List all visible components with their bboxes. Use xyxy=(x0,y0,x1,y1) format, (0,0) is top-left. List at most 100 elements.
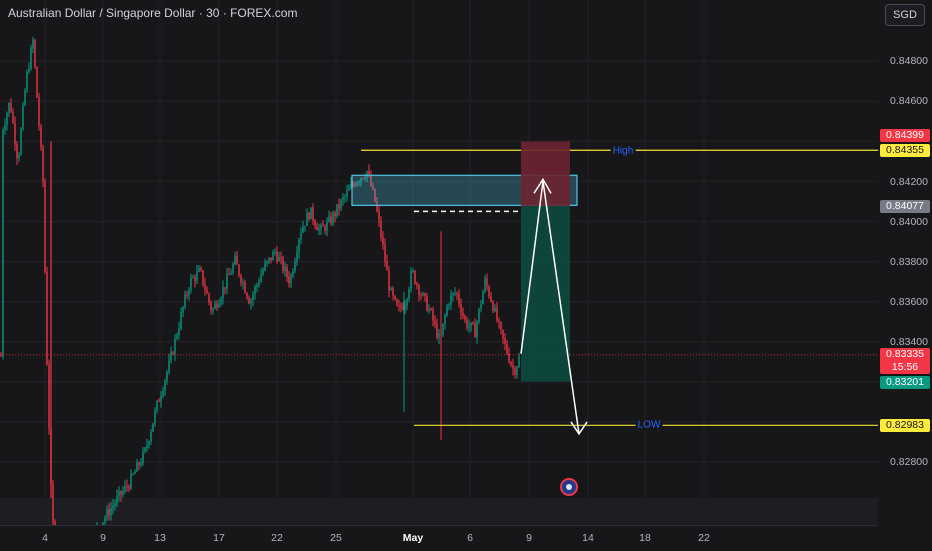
candle-body xyxy=(430,308,432,310)
candle-body xyxy=(468,326,470,328)
time-label: 22 xyxy=(698,532,710,544)
current-price-value: 0.83335 xyxy=(886,348,924,360)
candle-body xyxy=(248,297,250,304)
symbol-title[interactable]: Australian Dollar / Singapore Dollar · 3… xyxy=(8,6,297,20)
candle-body xyxy=(426,295,428,311)
chart-grid xyxy=(0,0,878,525)
candle-body xyxy=(326,221,328,231)
candle-body xyxy=(290,275,292,284)
candle-body xyxy=(304,225,306,227)
price-tick: 0.84200 xyxy=(890,176,928,188)
candle-body xyxy=(404,306,406,310)
candle-body xyxy=(470,322,472,327)
candle-body xyxy=(498,320,500,323)
chart-canvas[interactable] xyxy=(0,0,878,525)
candle-body xyxy=(456,292,458,295)
candle-body xyxy=(288,276,290,284)
time-label: 9 xyxy=(100,532,106,544)
candle-body xyxy=(110,508,112,516)
candle-body xyxy=(368,171,370,175)
candle-body xyxy=(278,257,280,262)
candle-body xyxy=(452,293,454,296)
candle-body xyxy=(396,299,398,306)
time-axis[interactable]: 4 9 13 17 22 25 May 6 9 14 18 22 xyxy=(0,525,878,551)
candle-body xyxy=(276,251,278,262)
candle-body xyxy=(156,400,158,411)
candle-body xyxy=(428,308,430,311)
candle-body xyxy=(40,126,42,148)
candle-body xyxy=(394,295,396,300)
candle-body xyxy=(512,364,514,369)
candle-body xyxy=(22,105,24,130)
candle-body xyxy=(142,451,144,464)
candle-body xyxy=(262,270,264,275)
candle-body xyxy=(38,97,40,127)
candle-body xyxy=(346,190,348,196)
candle-body xyxy=(466,320,468,328)
candle-body xyxy=(478,308,480,323)
candle-body xyxy=(240,275,242,283)
candle-body xyxy=(280,257,282,259)
candle-body xyxy=(442,323,444,335)
candle-body xyxy=(250,300,252,304)
price-tick: 0.84600 xyxy=(890,95,928,107)
candle-body xyxy=(500,322,502,330)
candle-body xyxy=(494,307,496,312)
candle-body xyxy=(130,474,132,489)
candle-body xyxy=(10,102,12,112)
candle-body xyxy=(480,304,482,309)
candle-body xyxy=(330,216,332,224)
candle-body xyxy=(196,271,198,281)
candle-body xyxy=(192,277,194,279)
candle-body xyxy=(256,284,258,287)
candle-body xyxy=(168,360,170,372)
candle-body xyxy=(198,268,200,272)
candle-body xyxy=(216,303,218,308)
candle-body xyxy=(44,181,46,273)
candle-body xyxy=(266,261,268,264)
candle-body xyxy=(400,306,402,308)
candle-body xyxy=(28,68,30,73)
candle-body xyxy=(382,237,384,245)
trading-chart-window: Australian Dollar / Singapore Dollar · 3… xyxy=(0,0,932,551)
high-price-badge: 0.84355 xyxy=(880,144,930,157)
candle-body xyxy=(180,312,182,329)
candle-body xyxy=(332,212,334,224)
candle-body xyxy=(148,441,150,446)
candle-body xyxy=(504,338,506,344)
candlestick-series xyxy=(0,36,520,525)
time-label: 6 xyxy=(467,532,473,544)
candle-body xyxy=(458,294,460,305)
candle-body xyxy=(204,284,206,291)
candle-body xyxy=(194,277,196,281)
price-tick: 0.82800 xyxy=(890,456,928,468)
candle-body xyxy=(190,277,192,290)
candle-body xyxy=(176,335,178,339)
candle-body xyxy=(114,503,116,506)
candle-body xyxy=(336,204,338,217)
candle-body xyxy=(446,305,448,316)
candle-body xyxy=(222,287,224,299)
candle-body xyxy=(310,207,312,220)
candle-body xyxy=(52,484,54,522)
candle-body xyxy=(140,463,142,466)
candle-body xyxy=(408,288,410,299)
candle-body xyxy=(12,111,14,123)
candle-body xyxy=(174,338,176,355)
candle-body xyxy=(138,462,140,466)
candle-body xyxy=(228,274,230,276)
candle-body xyxy=(232,264,234,274)
candle-body xyxy=(448,304,450,306)
candle-body xyxy=(246,293,248,298)
candle-body xyxy=(320,225,322,229)
candle-body xyxy=(30,47,32,69)
candle-body xyxy=(164,380,166,391)
candle-body xyxy=(34,39,36,68)
price-tick: 0.84800 xyxy=(890,55,928,67)
candle-body xyxy=(26,72,28,91)
candle-body xyxy=(224,287,226,289)
candle-body xyxy=(118,490,120,496)
candle-body xyxy=(264,263,266,271)
candle-body xyxy=(244,282,246,294)
candle-body xyxy=(294,261,296,272)
